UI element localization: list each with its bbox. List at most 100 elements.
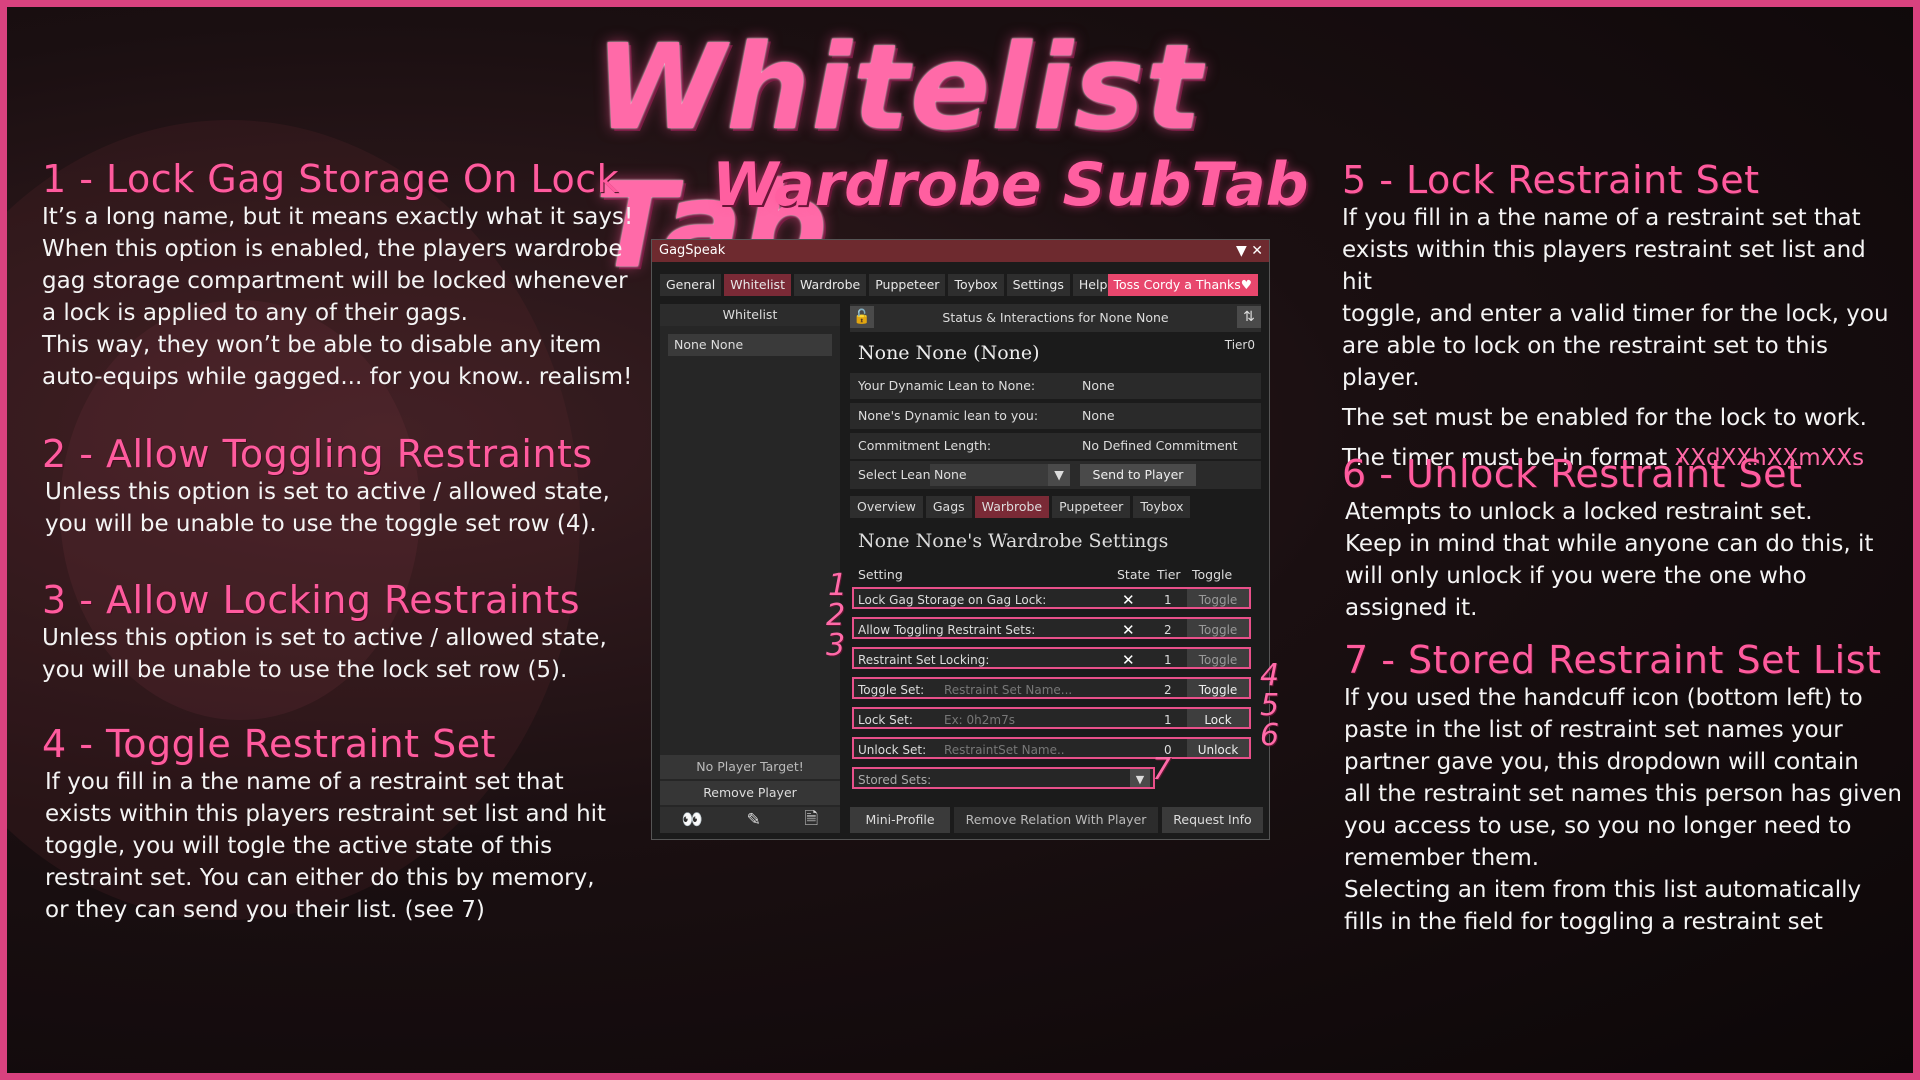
tab-settings[interactable]: Settings <box>1006 274 1070 296</box>
section-7: 7 - Stored Restraint Set List If you use… <box>1344 638 1914 938</box>
setting-row-lock-gag-storage: Lock Gag Storage on Gag Lock: ✕ 1 Toggle <box>852 587 1251 609</box>
toggle-set-input[interactable]: Restraint Set Name... <box>944 679 1072 701</box>
info-value: None <box>1082 408 1115 423</box>
section-4-body: If you fill in a the name of a restraint… <box>45 769 607 923</box>
request-info-button[interactable]: Request Info <box>1162 807 1263 833</box>
tab-puppeteer[interactable]: Puppeteer <box>869 274 946 296</box>
marker-7: 7 <box>1152 752 1172 787</box>
state-off-icon: ✕ <box>1122 621 1135 639</box>
info-value: No Defined Commitment <box>1082 438 1238 453</box>
marker-6: 6 <box>1260 718 1280 753</box>
section-3-heading: 3 - Allow Locking Restraints <box>42 578 581 622</box>
toggle-set-button[interactable]: Toggle <box>1187 679 1249 697</box>
users-icon[interactable]: ⇅ <box>1237 306 1261 328</box>
subtab-puppeteer[interactable]: Puppeteer <box>1052 496 1131 518</box>
setting-label: Restraint Set Locking: <box>858 653 990 667</box>
toggle-button[interactable]: Toggle <box>1187 619 1249 637</box>
mini-profile-button[interactable]: Mini-Profile <box>850 807 950 833</box>
remove-player-button[interactable]: Remove Player <box>660 781 840 805</box>
subtab-toybox[interactable]: Toybox <box>1133 496 1191 518</box>
select-lean-row: Select Lean: None ▼ Send to Player <box>850 461 1261 489</box>
state-off-icon: ✕ <box>1122 591 1135 609</box>
player-subtabs: Overview Gags Warbrobe Puppeteer Toybox <box>850 496 1193 518</box>
interaction-header-text: Status & Interactions for None None <box>942 310 1169 325</box>
unlock-set-button[interactable]: Unlock <box>1187 739 1249 757</box>
chevron-down-icon: ▼ <box>1048 464 1070 486</box>
interaction-header: 🔓 Status & Interactions for None None ⇅ <box>850 304 1261 332</box>
section-4: 4 - Toggle Restraint Set If you fill in … <box>42 722 662 926</box>
window-controls[interactable]: ▼ ✕ <box>1236 240 1263 262</box>
page-subtitle: Wardrobe SubTab <box>712 150 1309 220</box>
section-5-heading: 5 - Lock Restraint Set <box>1342 158 1760 202</box>
edit-icon[interactable]: ✎ <box>747 810 761 830</box>
action-label: Toggle Set: <box>858 683 925 697</box>
subtab-overview[interactable]: Overview <box>850 496 923 518</box>
whitelist-icon-bar: 👀 ✎ 🗎 <box>660 807 840 833</box>
section-7-body: If you used the handcuff icon (bottom le… <box>1344 685 1902 935</box>
action-tier: 1 <box>1164 713 1172 727</box>
section-6-heading: 6 - Unlock Restraint Set <box>1342 452 1803 496</box>
setting-row-set-locking: Restraint Set Locking: ✕ 1 Toggle <box>852 647 1251 669</box>
info-key: Your Dynamic Lean to None: <box>858 378 1036 393</box>
no-target-button[interactable]: No Player Target! <box>660 755 840 779</box>
section-1: 1 - Lock Gag Storage On Lock It’s a long… <box>42 157 662 393</box>
whitelist-pane: Whitelist None None No Player Target! Re… <box>660 304 840 833</box>
window-titlebar[interactable]: GagSpeak ▼ ✕ <box>652 240 1269 262</box>
thanks-button[interactable]: Toss Cordy a Thanks♥ <box>1107 274 1258 296</box>
info-row-their-lean: None's Dynamic lean to you: None <box>850 403 1261 429</box>
chevron-down-icon[interactable]: ▼ <box>1130 769 1150 787</box>
section-3: 3 - Allow Locking Restraints Unless this… <box>42 578 662 686</box>
main-tabbar: General Whitelist Wardrobe Puppeteer Toybox S… <box>660 274 1261 296</box>
player-name: None None (None) <box>858 342 1040 364</box>
action-label: Unlock Set: <box>858 743 927 757</box>
whitelist-item[interactable]: None None <box>668 334 832 356</box>
section-1-body: It’s a long name, but it means exactly w… <box>42 204 634 390</box>
action-label: Lock Set: <box>858 713 913 727</box>
remove-relation-button[interactable]: Remove Relation With Player <box>954 807 1158 833</box>
tab-toybox[interactable]: Toybox <box>948 274 1004 296</box>
tab-wardrobe[interactable]: Wardrobe <box>793 274 867 296</box>
lean-dropdown-value: None <box>934 467 967 482</box>
paste-icon[interactable]: 🗎 <box>804 806 818 835</box>
stored-sets-row[interactable]: Stored Sets: ▼ <box>852 767 1155 789</box>
col-setting: Setting <box>858 567 903 582</box>
section-5-body: If you fill in a the name of a restraint… <box>1342 205 1889 391</box>
send-to-player-button[interactable]: Send to Player <box>1080 464 1196 486</box>
subtab-wardrobe[interactable]: Warbrobe <box>974 496 1050 518</box>
gagspeak-window: GagSpeak ▼ ✕ General Whitelist Wardrobe Pup… <box>651 239 1270 840</box>
setting-tier: 1 <box>1164 593 1172 607</box>
select-lean-label: Select Lean: <box>858 467 935 482</box>
section-6-body: Atempts to unlock a locked restraint set… <box>1345 499 1874 621</box>
section-3-body: Unless this option is set to active / al… <box>42 625 607 683</box>
marker-3: 3 <box>826 628 846 663</box>
subtab-gags[interactable]: Gags <box>925 496 972 518</box>
col-tier: Tier <box>1157 567 1181 582</box>
unlock-set-input[interactable]: RestraintSet Name.. <box>944 739 1065 761</box>
lock-set-button[interactable]: Lock <box>1187 709 1249 727</box>
info-value: None <box>1082 378 1115 393</box>
toggle-button[interactable]: Toggle <box>1187 589 1249 607</box>
section-2-body: Unless this option is set to active / al… <box>45 479 610 537</box>
section-4-heading: 4 - Toggle Restraint Set <box>42 722 497 766</box>
section-2-heading: 2 - Allow Toggling Restraints <box>42 432 593 476</box>
tab-whitelist[interactable]: Whitelist <box>724 274 791 296</box>
stored-sets-label: Stored Sets: <box>858 773 932 787</box>
action-row-unlock-set: Unlock Set: RestraintSet Name.. 0 Unlock <box>852 737 1251 759</box>
toggle-button[interactable]: Toggle <box>1187 649 1249 667</box>
setting-tier: 1 <box>1164 653 1172 667</box>
setting-label: Allow Toggling Restraint Sets: <box>858 623 1036 637</box>
binoculars-icon[interactable]: 👀 <box>682 810 703 830</box>
unlock-icon[interactable]: 🔓 <box>850 306 874 328</box>
lock-timer-input[interactable]: Ex: 0h2m7s <box>944 709 1015 731</box>
state-off-icon: ✕ <box>1122 651 1135 669</box>
window-title: GagSpeak <box>659 243 726 258</box>
lean-dropdown[interactable]: None ▼ <box>930 464 1070 486</box>
section-2: 2 - Allow Toggling Restraints Unless thi… <box>42 432 662 540</box>
action-tier: 2 <box>1164 683 1172 697</box>
action-row-lock-set: Lock Set: Ex: 0h2m7s 1 Lock <box>852 707 1251 729</box>
tab-general[interactable]: General <box>660 274 722 296</box>
info-row-commitment: Commitment Length: No Defined Commitment <box>850 433 1261 459</box>
setting-tier: 2 <box>1164 623 1172 637</box>
whitelist-header: Whitelist <box>660 304 840 326</box>
tier-label: Tier0 <box>1224 338 1255 352</box>
